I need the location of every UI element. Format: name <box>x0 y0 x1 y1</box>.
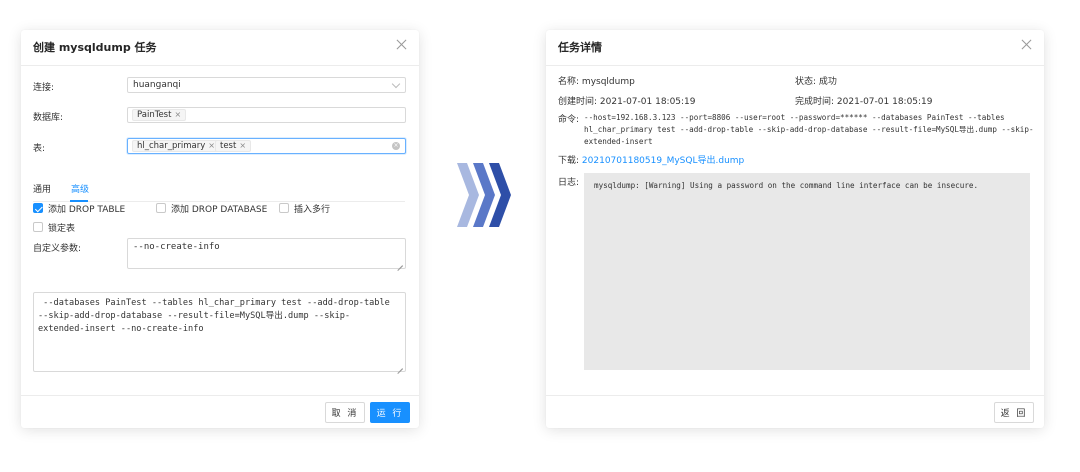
dialog-footer: 取 消 运 行 <box>21 395 419 428</box>
command-line: --host=192.168.3.123 --port=8806 --user=… <box>584 113 1005 122</box>
tab-advanced[interactable]: 高级 <box>71 182 89 195</box>
download-label: 下载: <box>558 156 580 166</box>
command-line: --databases PainTest --tables hl_char_pr… <box>38 298 390 308</box>
stage: 创建 mysqldump 任务 连接: huanganqi 数据库: PainT… <box>0 0 1080 472</box>
status-field: 状态: 成功 <box>795 74 837 87</box>
tag-remove-icon[interactable]: × <box>208 141 215 151</box>
custom-params-label: 自定义参数: <box>33 244 82 254</box>
clear-icon[interactable]: × <box>392 142 400 150</box>
table-label: 表: <box>33 144 46 154</box>
status-value: 成功 <box>818 77 837 87</box>
dialog-title: 任务详情 <box>558 41 602 54</box>
custom-params-input[interactable]: --no-create-info <box>127 238 406 269</box>
connection-label: 连接: <box>33 83 55 93</box>
log-label: 日志: <box>558 178 580 188</box>
tab-bar: 通用 高级 <box>33 182 405 202</box>
command-text: --host=192.168.3.123 --port=8806 --user=… <box>584 112 1036 148</box>
dialog-footer: 返 回 <box>546 395 1044 428</box>
command-label: 命令: <box>558 115 580 125</box>
resize-handle-icon[interactable] <box>397 260 403 266</box>
created-value: 2021-07-01 18:05:19 <box>599 97 696 107</box>
resize-handle-icon[interactable] <box>397 363 403 369</box>
dialog-title: 创建 mysqldump 任务 <box>33 41 157 54</box>
tag-remove-icon[interactable]: × <box>239 141 246 151</box>
tab-general[interactable]: 通用 <box>33 182 51 195</box>
lock-tables-checkbox[interactable] <box>33 222 43 232</box>
drop-database-checkbox[interactable] <box>156 203 166 213</box>
database-select[interactable]: PainTest × <box>127 107 406 123</box>
command-preview[interactable]: --databases PainTest --tables hl_char_pr… <box>33 292 406 372</box>
table-select[interactable]: hl_char_primary × test × × <box>127 138 406 154</box>
created-field: 创建时间: 2021-07-01 18:05:19 <box>558 94 696 107</box>
name-field: 名称: mysqldump <box>558 74 635 87</box>
cancel-button[interactable]: 取 消 <box>325 402 365 423</box>
finished-value: 2021-07-01 18:05:19 <box>836 97 933 107</box>
connection-value: huanganqi <box>133 80 181 90</box>
command-line: extended-insert --no-create-info <box>38 324 204 334</box>
connection-select[interactable]: huanganqi <box>127 77 406 93</box>
drop-table-label: 添加 DROP TABLE <box>48 205 126 215</box>
name-value: mysqldump <box>581 77 635 87</box>
triple-chevron-right-icon <box>457 163 511 227</box>
close-icon[interactable] <box>395 38 409 52</box>
drop-table-checkbox[interactable] <box>33 203 43 213</box>
dialog-header: 任务详情 <box>546 30 1044 66</box>
command-line: --skip-add-drop-database --result-file=M… <box>38 311 351 321</box>
run-button[interactable]: 运 行 <box>370 402 410 423</box>
command-line: extended-insert <box>584 137 653 146</box>
download-field: 下载: 20210701180519_MySQL导出.dump <box>558 153 744 166</box>
finished-label: 完成时间: <box>795 97 835 107</box>
database-tag-label: PainTest <box>137 110 172 120</box>
create-task-dialog: 创建 mysqldump 任务 连接: huanganqi 数据库: PainT… <box>21 30 419 428</box>
tag-remove-icon[interactable]: × <box>174 110 181 120</box>
table-tag-label: test <box>220 141 237 151</box>
table-tag-label: hl_char_primary <box>137 141 206 151</box>
lock-tables-label: 锁定表 <box>48 224 76 234</box>
created-label: 创建时间: <box>558 97 598 107</box>
command-line: hl_char_primary test --add-drop-table --… <box>584 125 1034 134</box>
chevron-down-icon <box>391 79 401 89</box>
log-panel[interactable]: mysqldump: [Warning] Using a password on… <box>584 173 1030 370</box>
log-text: mysqldump: [Warning] Using a password on… <box>594 181 979 190</box>
back-button[interactable]: 返 回 <box>994 402 1034 423</box>
table-tag: test × <box>215 140 252 152</box>
name-label: 名称: <box>558 77 580 87</box>
table-tag: hl_char_primary × <box>132 140 220 152</box>
multi-insert-checkbox[interactable] <box>279 203 289 213</box>
close-icon[interactable] <box>1020 38 1034 52</box>
command-preview-text: --databases PainTest --tables hl_char_pr… <box>38 297 390 336</box>
finished-field: 完成时间: 2021-07-01 18:05:19 <box>795 94 933 107</box>
download-link[interactable]: 20210701180519_MySQL导出.dump <box>582 156 744 166</box>
drop-database-label: 添加 DROP DATABASE <box>171 205 268 215</box>
status-label: 状态: <box>795 77 817 87</box>
dialog-header: 创建 mysqldump 任务 <box>21 30 419 66</box>
database-label: 数据库: <box>33 113 64 123</box>
custom-params-value: --no-create-info <box>133 242 220 252</box>
task-detail-dialog: 任务详情 名称: mysqldump 状态: 成功 创建时间: 2021-07-… <box>546 30 1044 428</box>
multi-insert-label: 插入多行 <box>294 205 331 215</box>
database-tag: PainTest × <box>132 109 187 121</box>
